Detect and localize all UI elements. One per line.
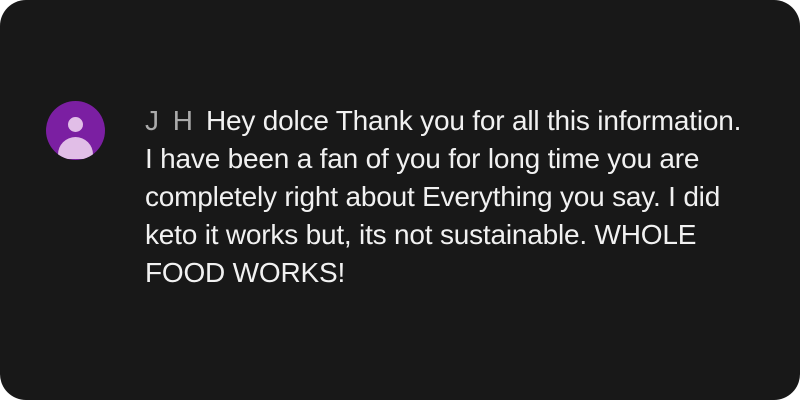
person-icon-body [58,137,93,159]
comment-card: J H Hey dolce Thank you for all this info… [0,0,800,400]
comment-author[interactable]: J H [145,105,196,136]
person-icon [68,117,83,132]
comment-text: Hey dolce Thank you for all this informa… [145,105,742,288]
comment-content: J H Hey dolce Thank you for all this info… [145,102,745,292]
avatar[interactable] [46,101,105,160]
